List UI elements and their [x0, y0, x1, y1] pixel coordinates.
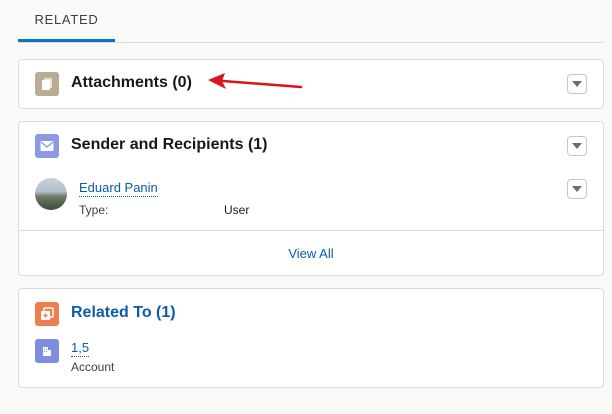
- attachments-card: Attachments (0): [18, 59, 604, 109]
- related-record-link[interactable]: 1,5: [71, 340, 90, 357]
- related-panel: RELATED Attachments (0) Sender and Recip…: [0, 0, 612, 414]
- card-footer: View All: [19, 230, 603, 275]
- chevron-down-icon: [572, 143, 582, 149]
- email-icon: [35, 134, 59, 158]
- sender-recipients-title[interactable]: Sender and Recipients (1): [71, 136, 268, 154]
- tab-bar: RELATED: [18, 0, 604, 43]
- file-icon: [35, 72, 59, 96]
- contact-row-menu-button[interactable]: [567, 179, 587, 199]
- contact-name-link[interactable]: Eduard Panin: [79, 180, 158, 197]
- related-icon: [35, 302, 59, 326]
- attachments-title[interactable]: Attachments (0): [71, 74, 192, 92]
- sender-recipients-menu-button[interactable]: [567, 136, 587, 156]
- chevron-down-icon: [572, 81, 582, 87]
- sender-recipients-card: Sender and Recipients (1) Eduard Panin T…: [18, 121, 604, 276]
- related-to-card: Related To (1) 1,5 Account: [18, 288, 604, 388]
- related-to-title[interactable]: Related To (1): [71, 304, 176, 322]
- contact-type-label: Type:: [79, 203, 109, 217]
- contact-type-value: User: [224, 203, 250, 217]
- tab-related[interactable]: RELATED: [18, 0, 115, 42]
- chevron-down-icon: [572, 186, 582, 192]
- attachments-menu-button[interactable]: [567, 74, 587, 94]
- user-avatar[interactable]: [35, 178, 67, 210]
- related-record-type: Account: [71, 360, 115, 374]
- account-icon: [35, 339, 59, 363]
- view-all-link[interactable]: View All: [288, 246, 333, 261]
